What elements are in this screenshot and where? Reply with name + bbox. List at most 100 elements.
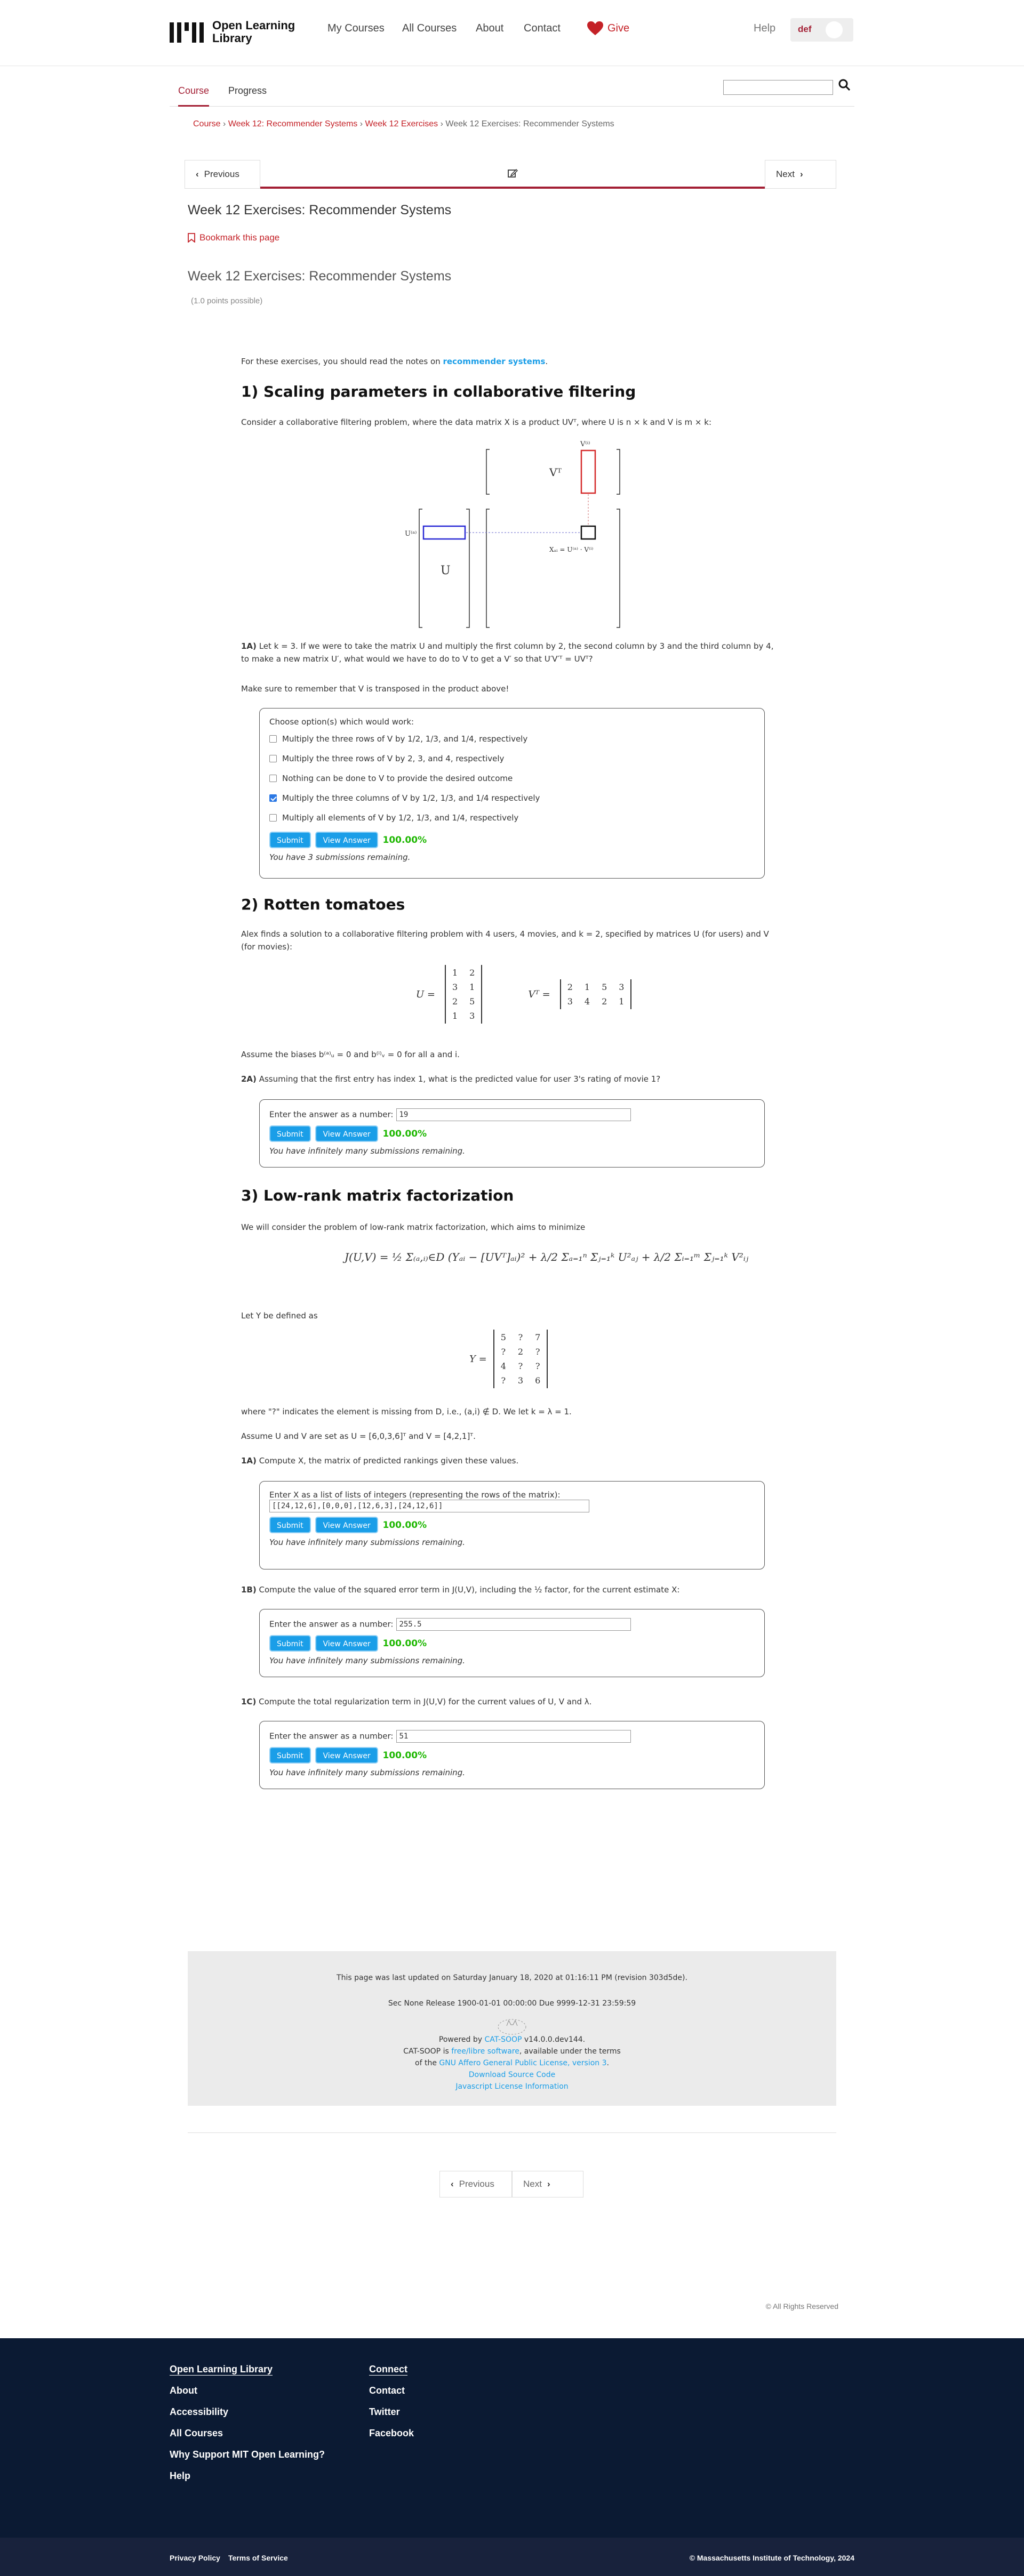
next-label: Next	[776, 169, 795, 179]
submit-button[interactable]: Submit	[269, 1635, 311, 1652]
view-answer-button[interactable]: View Answer	[315, 1747, 378, 1764]
footer-col1-heading[interactable]: Open Learning Library	[170, 2364, 273, 2376]
q-2a-text: Assuming that the first entry has index …	[259, 1074, 661, 1084]
nav-all-courses[interactable]: All Courses	[402, 22, 457, 35]
biases-text: Assume the biases b⁽ᵃ⁾ᵤ = 0 and b⁽ⁱ⁾ᵥ = …	[241, 1050, 460, 1059]
bottom-previous-button[interactable]: ‹ Previous	[439, 2171, 512, 2197]
agpl-link[interactable]: GNU Affero General Public License, versi…	[439, 2059, 606, 2067]
vt-eq-label: Vᵀ =	[528, 988, 550, 1000]
submit-button[interactable]: Submit	[269, 1517, 311, 1533]
nav-my-courses[interactable]: My Courses	[327, 22, 385, 35]
user-menu[interactable]: def	[790, 18, 853, 42]
y-matrix: 5? 7 ? 2? 4?? ? 3 6	[493, 1330, 548, 1388]
privacy-policy-link[interactable]: Privacy Policy	[170, 2554, 220, 2562]
vi-label: V⁽ⁱ⁾	[580, 440, 590, 448]
mit-logo[interactable]	[170, 22, 204, 43]
option-3[interactable]: Nothing can be done to V to provide the …	[269, 768, 755, 788]
catsoop-link[interactable]: CAT-SOOP	[484, 2035, 522, 2044]
crumb-week[interactable]: Week 12: Recommender Systems	[228, 119, 357, 128]
submit-button[interactable]: Submit	[269, 1125, 311, 1142]
q-1a-label: 1A)	[241, 641, 257, 651]
option-5[interactable]: Multiply all elements of V by 1/2, 1/3, …	[269, 808, 755, 827]
view-answer-button[interactable]: View Answer	[315, 1125, 378, 1142]
checkbox-checked[interactable]	[269, 794, 277, 802]
search-icon[interactable]	[838, 79, 850, 91]
view-answer-button[interactable]: View Answer	[315, 1517, 378, 1533]
q-3-1c-label: 1C)	[241, 1697, 257, 1706]
bookmark-button[interactable]: Bookmark this page	[188, 232, 279, 243]
footer-twitter-link[interactable]: Twitter	[369, 2406, 400, 2418]
search-input[interactable]	[723, 80, 833, 95]
chevron-right-icon: ›	[799, 169, 803, 179]
avatar	[826, 21, 843, 38]
option-2[interactable]: Multiply the three rows of V by 2, 3, an…	[269, 748, 755, 768]
view-answer-button[interactable]: View Answer	[315, 1635, 378, 1652]
release-info: Sec None Release 1900-01-01 00:00:00 Due…	[388, 1999, 636, 2008]
checkbox[interactable]	[269, 735, 277, 743]
y-matrix-block: Y = 5? 7 ? 2? 4?? ? 3 6	[469, 1330, 548, 1388]
question-box-3-1b: Enter the answer as a number: 255.5 Submi…	[259, 1609, 765, 1677]
option-4[interactable]: Multiply the three columns of V by 1/2, …	[269, 788, 755, 808]
question-box-2a: Enter the answer as a number: 19 Submit V…	[259, 1099, 765, 1168]
option-1[interactable]: Multiply the three rows of V by 1/2, 1/3…	[269, 729, 755, 748]
view-answer-button[interactable]: View Answer	[315, 832, 378, 848]
unit-tab[interactable]	[260, 160, 765, 189]
score: 100.00%	[382, 1520, 427, 1531]
score: 100.00%	[382, 1129, 427, 1139]
footer-facebook-link[interactable]: Facebook	[369, 2428, 414, 2439]
username: def	[798, 24, 812, 34]
tab-course[interactable]: Course	[178, 85, 210, 107]
license-line-2: of the GNU Affero General Public License…	[415, 2059, 609, 2067]
sequence-nav: ‹ Previous Next ›	[185, 160, 836, 190]
footer-help-link[interactable]: Help	[170, 2470, 190, 2482]
answer-input[interactable]: 19	[396, 1108, 631, 1121]
recommender-link[interactable]: recommender systems	[443, 357, 545, 366]
footer-about-link[interactable]: About	[170, 2385, 197, 2396]
answer-input[interactable]: 255.5	[396, 1618, 631, 1631]
footer-all-courses-link[interactable]: All Courses	[170, 2428, 223, 2439]
site-logo-text[interactable]: Open Learning Library	[212, 19, 295, 45]
vt-label: Vᵀ	[549, 466, 562, 479]
nav-about[interactable]: About	[476, 22, 503, 35]
answer-prompt: Enter the answer as a number:	[269, 1109, 394, 1120]
chevron-right-icon: ›	[547, 2179, 550, 2189]
js-license-link[interactable]: Javascript License Information	[455, 2082, 568, 2091]
section-3-text: We will consider the problem of low-rank…	[241, 1222, 586, 1232]
answer-input[interactable]: 51	[396, 1730, 631, 1743]
footer-contact-link[interactable]: Contact	[369, 2385, 405, 2396]
points-possible: (1.0 points possible)	[191, 296, 263, 305]
submit-button[interactable]: Submit	[269, 1747, 311, 1764]
option-label: Multiply all elements of V by 1/2, 1/3, …	[282, 812, 519, 823]
chevron-right-icon: ›	[440, 119, 446, 128]
chevron-left-icon: ‹	[451, 2179, 454, 2189]
assume-text: Assume U and V are set as U = [6,0,3,6]ᵀ…	[241, 1431, 476, 1441]
question-box-3-1c: Enter the answer as a number: 51 Submit V…	[259, 1721, 765, 1789]
next-button[interactable]: Next ›	[765, 160, 836, 189]
checkbox[interactable]	[269, 754, 277, 762]
terms-link[interactable]: Terms of Service	[228, 2554, 288, 2562]
bottom-next-button[interactable]: Next ›	[512, 2171, 583, 2197]
download-source-link[interactable]: Download Source Code	[469, 2071, 555, 2079]
crumb-course[interactable]: Course	[193, 119, 221, 128]
intro-after: .	[545, 357, 548, 366]
checkbox[interactable]	[269, 774, 277, 782]
footer-why-support-link[interactable]: Why Support MIT Open Learning?	[170, 2449, 325, 2460]
option-label: Multiply the three columns of V by 1/2, …	[282, 793, 540, 803]
q-3-1b-label: 1B)	[241, 1585, 257, 1595]
checkbox[interactable]	[269, 814, 277, 822]
nav-contact[interactable]: Contact	[524, 22, 561, 35]
submissions-remaining: You have infinitely many submissions rem…	[269, 1768, 465, 1777]
footer-bottom-bar	[0, 2538, 1024, 2576]
footer-col2-heading: Connect	[369, 2364, 407, 2376]
answer-input[interactable]: [[24,12,6],[0,0,0],[12,6,3],[24,12,6]]	[269, 1500, 589, 1512]
submit-button[interactable]: Submit	[269, 832, 311, 848]
give-link[interactable]: Give	[587, 21, 629, 36]
help-link[interactable]: Help	[754, 22, 775, 35]
tab-progress[interactable]: Progress	[228, 85, 267, 107]
crumb-exercises[interactable]: Week 12 Exercises	[365, 119, 438, 128]
free-software-link[interactable]: free/libre software	[451, 2047, 519, 2056]
q-2a-label: 2A)	[241, 1074, 257, 1084]
question-box-3-1a: Enter X as a list of lists of integers (…	[259, 1481, 765, 1569]
footer-accessibility-link[interactable]: Accessibility	[170, 2406, 228, 2418]
previous-button[interactable]: ‹ Previous	[185, 160, 260, 189]
